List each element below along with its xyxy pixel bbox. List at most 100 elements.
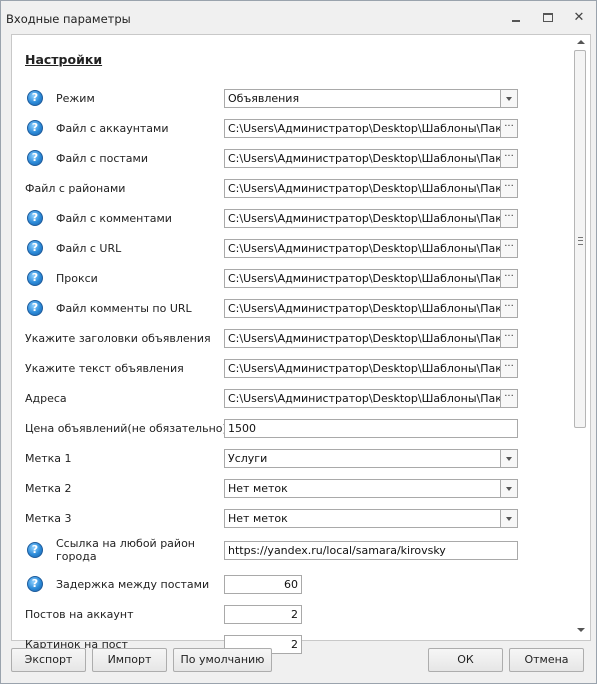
help-question-icon[interactable]: ? [27, 150, 43, 166]
section-title: Настройки [25, 52, 103, 67]
file-path-field[interactable]: C:\Users\Администратор\Desktop\Шаблоны\П… [224, 179, 518, 198]
field-value: Нет меток [228, 512, 288, 525]
field-value: 2 [291, 608, 298, 621]
field-value: https://yandex.ru/local/samara/kirovsky [228, 544, 446, 557]
close-button[interactable]: ✕ [570, 10, 588, 26]
file-path-field[interactable]: C:\Users\Администратор\Desktop\Шаблоны\П… [224, 359, 518, 378]
grip-icon [578, 237, 583, 245]
field-label: Постов на аккаунт [25, 608, 134, 621]
field-label: Файл с районами [25, 182, 126, 195]
help-question-icon[interactable]: ? [27, 300, 43, 316]
field-value: 1500 [228, 422, 256, 435]
setting-row: ? Ссылка на любой район города https://yan… [12, 537, 532, 567]
text-field[interactable]: 2 [224, 605, 302, 624]
minimize-button[interactable] [507, 10, 525, 26]
parameters-window: Входные параметры ✕ Настройки ? Режим Объя… [0, 0, 597, 684]
field-label: Метка 2 [25, 482, 72, 495]
field-value: C:\Users\Администратор\Desktop\Шаблоны\П… [228, 242, 518, 255]
ellipsis-icon[interactable]: ··· [500, 120, 517, 137]
setting-row: Метка 3 Нет меток [12, 509, 532, 535]
text-field[interactable]: https://yandex.ru/local/samara/kirovsky [224, 541, 518, 560]
ellipsis-icon[interactable]: ··· [500, 360, 517, 377]
field-label: Задержка между постами [56, 578, 210, 591]
setting-row: Адреса C:\Users\Администратор\Desktop\Шаб… [12, 389, 532, 415]
help-question-icon[interactable]: ? [27, 240, 43, 256]
file-path-field[interactable]: C:\Users\Администратор\Desktop\Шаблоны\П… [224, 299, 518, 318]
import-button[interactable]: Импорт [92, 648, 167, 672]
setting-row: ? Файл с URL C:\Users\Администратор\Deskto… [12, 239, 532, 265]
help-question-icon[interactable]: ? [27, 542, 43, 558]
maximize-button[interactable] [539, 10, 557, 26]
field-label: Цена объявлений(не обязательно) [25, 422, 227, 435]
help-question-icon[interactable]: ? [27, 90, 43, 106]
field-value: Услуги [228, 452, 268, 465]
ellipsis-icon[interactable]: ··· [500, 300, 517, 317]
file-path-field[interactable]: C:\Users\Администратор\Desktop\Шаблоны\П… [224, 119, 518, 138]
field-label: Режим [56, 92, 95, 105]
file-path-field[interactable]: C:\Users\Администратор\Desktop\Шаблоны\П… [224, 149, 518, 168]
field-value: C:\Users\Администратор\Desktop\Шаблоны\П… [228, 272, 518, 285]
field-label: Файл с комментами [56, 212, 172, 225]
field-label: Файл с постами [56, 152, 148, 165]
help-question-icon[interactable]: ? [27, 270, 43, 286]
file-path-field[interactable]: C:\Users\Администратор\Desktop\Шаблоны\П… [224, 329, 518, 348]
setting-row: ? Файл с комментами C:\Users\Администратор… [12, 209, 532, 235]
help-question-icon[interactable]: ? [27, 210, 43, 226]
scroll-down-arrow-icon[interactable] [574, 623, 587, 637]
text-field[interactable]: 1500 [224, 419, 518, 438]
setting-row: ? Задержка между постами 60 [12, 575, 532, 601]
setting-row: Укажите заголовки объявления C:\Users\Адм… [12, 329, 532, 355]
vertical-scrollbar[interactable] [574, 35, 587, 637]
ellipsis-icon[interactable]: ··· [500, 210, 517, 227]
field-label: Метка 3 [25, 512, 72, 525]
field-value: 2 [291, 638, 298, 651]
scroll-up-arrow-icon[interactable] [574, 35, 587, 49]
ellipsis-icon[interactable]: ··· [500, 330, 517, 347]
ellipsis-icon[interactable]: ··· [500, 150, 517, 167]
setting-row: ? Файл с аккаунтами C:\Users\Администратор… [12, 119, 532, 145]
field-value: 60 [284, 578, 298, 591]
title-bar[interactable]: Входные параметры ✕ [1, 1, 596, 34]
field-label: Файл комменты по URL [56, 302, 192, 315]
field-value: C:\Users\Администратор\Desktop\Шаблоны\П… [228, 362, 518, 375]
ellipsis-icon[interactable]: ··· [500, 390, 517, 407]
ok-button[interactable]: ОК [428, 648, 503, 672]
file-path-field[interactable]: C:\Users\Администратор\Desktop\Шаблоны\П… [224, 209, 518, 228]
window-title: Входные параметры [6, 12, 131, 26]
field-label: Адреса [25, 392, 67, 405]
setting-row: Файл с районами C:\Users\Администратор\De… [12, 179, 532, 205]
field-label: Прокси [56, 272, 98, 285]
setting-row: Постов на аккаунт 2 [12, 605, 532, 631]
field-value: C:\Users\Администратор\Desktop\Шаблоны\П… [228, 302, 518, 315]
field-value: Объявления [228, 92, 300, 105]
select-field[interactable]: Объявления [224, 89, 518, 108]
select-field[interactable]: Услуги [224, 449, 518, 468]
setting-row: ? Режим Объявления [12, 89, 532, 115]
ellipsis-icon[interactable]: ··· [500, 180, 517, 197]
text-field[interactable]: 60 [224, 575, 302, 594]
ellipsis-icon[interactable]: ··· [500, 270, 517, 287]
field-value: Нет меток [228, 482, 288, 495]
file-path-field[interactable]: C:\Users\Администратор\Desktop\Шаблоны\П… [224, 239, 518, 258]
chevron-down-icon[interactable] [500, 90, 517, 107]
setting-row: Метка 1 Услуги [12, 449, 532, 475]
export-button[interactable]: Экспорт [11, 648, 86, 672]
settings-panel: Настройки ? Режим Объявления ? Файл с аккаун… [11, 34, 591, 654]
scroll-thumb[interactable] [574, 50, 586, 428]
ellipsis-icon[interactable]: ··· [500, 240, 517, 257]
help-question-icon[interactable]: ? [27, 576, 43, 592]
file-path-field[interactable]: C:\Users\Администратор\Desktop\Шаблоны\П… [224, 269, 518, 288]
select-field[interactable]: Нет меток [224, 479, 518, 498]
setting-row: ? Прокси C:\Users\Администратор\Desktop\Ша… [12, 269, 532, 295]
field-label: Метка 1 [25, 452, 72, 465]
chevron-down-icon[interactable] [500, 480, 517, 497]
file-path-field[interactable]: C:\Users\Администратор\Desktop\Шаблоны\П… [224, 389, 518, 408]
field-value: C:\Users\Администратор\Desktop\Шаблоны\П… [228, 122, 518, 135]
help-question-icon[interactable]: ? [27, 120, 43, 136]
select-field[interactable]: Нет меток [224, 509, 518, 528]
defaults-button[interactable]: По умолчанию [173, 648, 272, 672]
chevron-down-icon[interactable] [500, 510, 517, 527]
chevron-down-icon[interactable] [500, 450, 517, 467]
field-value: C:\Users\Администратор\Desktop\Шаблоны\П… [228, 392, 518, 405]
cancel-button[interactable]: Отмена [509, 648, 584, 672]
